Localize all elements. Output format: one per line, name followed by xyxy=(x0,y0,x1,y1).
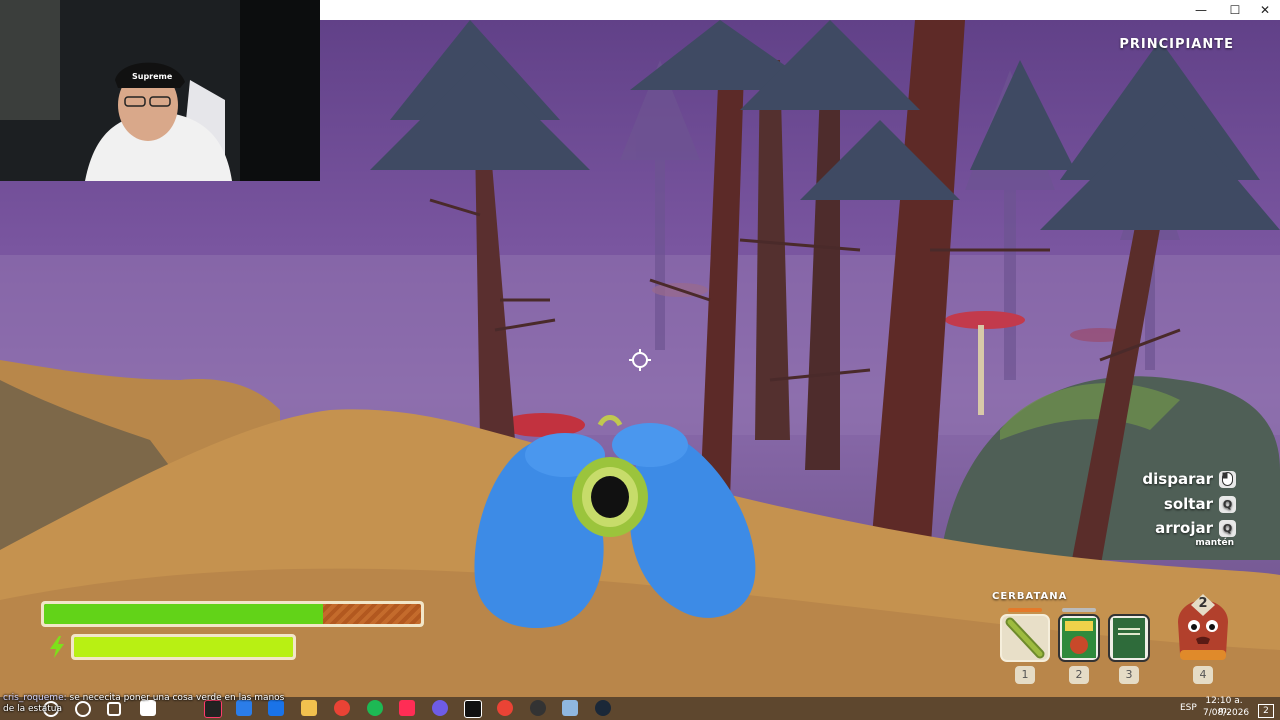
blowgun-icon xyxy=(1005,617,1045,659)
stamina-bar-fill xyxy=(74,637,293,657)
control-hints: disparar soltar Q arrojar Q mantén xyxy=(1036,468,1236,558)
capcut-icon[interactable] xyxy=(464,700,482,718)
chrome-alt-icon[interactable] xyxy=(497,700,513,716)
inventory-slot-1[interactable] xyxy=(1000,614,1050,662)
crosshair-icon xyxy=(629,349,651,371)
difficulty-label: PRINCIPIANTE xyxy=(1119,37,1234,52)
green-book-icon xyxy=(1113,618,1145,658)
steam-icon[interactable] xyxy=(595,700,611,716)
slot-2-number: 2 xyxy=(1069,666,1089,684)
hint-shoot-label: disparar xyxy=(1142,470,1213,488)
key-q-badge: Q xyxy=(1219,495,1236,513)
chrome-icon[interactable] xyxy=(334,700,350,716)
obs-icon[interactable] xyxy=(530,700,546,716)
webcam-overlay: Supreme xyxy=(0,0,320,181)
hint-throw-hold: mantén xyxy=(1195,538,1234,548)
comic-book-icon xyxy=(1062,618,1096,658)
key-q-badge: Q xyxy=(1219,519,1236,537)
slot-1-number: 1 xyxy=(1015,666,1035,684)
close-button[interactable]: ✕ xyxy=(1250,0,1280,20)
health-bar xyxy=(41,601,424,627)
slot-4-number: 4 xyxy=(1193,666,1213,684)
hint-throw: arrojar Q xyxy=(1155,517,1236,539)
spotify-icon[interactable] xyxy=(367,700,383,716)
minimize-button[interactable]: — xyxy=(1186,0,1216,20)
hint-drop: soltar Q xyxy=(1164,493,1236,515)
stamina-bar-track xyxy=(74,637,293,657)
tiktok-live-icon[interactable] xyxy=(399,700,415,716)
window-titlebar: — ☐ ✕ xyxy=(320,0,1280,20)
tray-date[interactable]: 7/08/2026 xyxy=(1203,708,1249,718)
slot-1-durability xyxy=(1008,608,1042,612)
notification-badge[interactable]: 2 xyxy=(1258,704,1274,718)
hint-drop-label: soltar xyxy=(1163,495,1213,513)
discord-icon[interactable] xyxy=(432,700,448,716)
hint-throw-label: arrojar xyxy=(1155,519,1213,537)
slot-4-count: 2 xyxy=(1198,596,1208,611)
lightning-bolt-icon xyxy=(50,636,64,658)
maximize-button[interactable]: ☐ xyxy=(1220,0,1250,20)
inventory-slot-4[interactable]: 2 xyxy=(1168,592,1238,664)
chat-username: cris_roqueme: xyxy=(3,693,67,703)
health-bar-track xyxy=(44,604,421,624)
chat-message: cris_roqueme: se nececita poner una cosa… xyxy=(3,693,293,715)
folder-icon[interactable] xyxy=(301,700,317,716)
inventory-slot-2[interactable] xyxy=(1058,614,1100,662)
selected-item-name: CERBATANA xyxy=(992,591,1068,602)
stamina-bar xyxy=(71,634,296,660)
tray-language[interactable]: ESP xyxy=(1180,703,1197,713)
svg-text:Supreme: Supreme xyxy=(132,72,173,81)
slot-2-durability xyxy=(1062,608,1096,612)
slot-3-number: 3 xyxy=(1119,666,1139,684)
health-bar-fill xyxy=(44,604,323,624)
hint-shoot: disparar xyxy=(1142,468,1236,490)
inventory-slot-3[interactable] xyxy=(1108,614,1150,662)
streamer-camera-image: Supreme xyxy=(0,0,320,181)
game-app-icon[interactable] xyxy=(562,700,578,716)
mouse-left-icon xyxy=(1219,470,1236,488)
